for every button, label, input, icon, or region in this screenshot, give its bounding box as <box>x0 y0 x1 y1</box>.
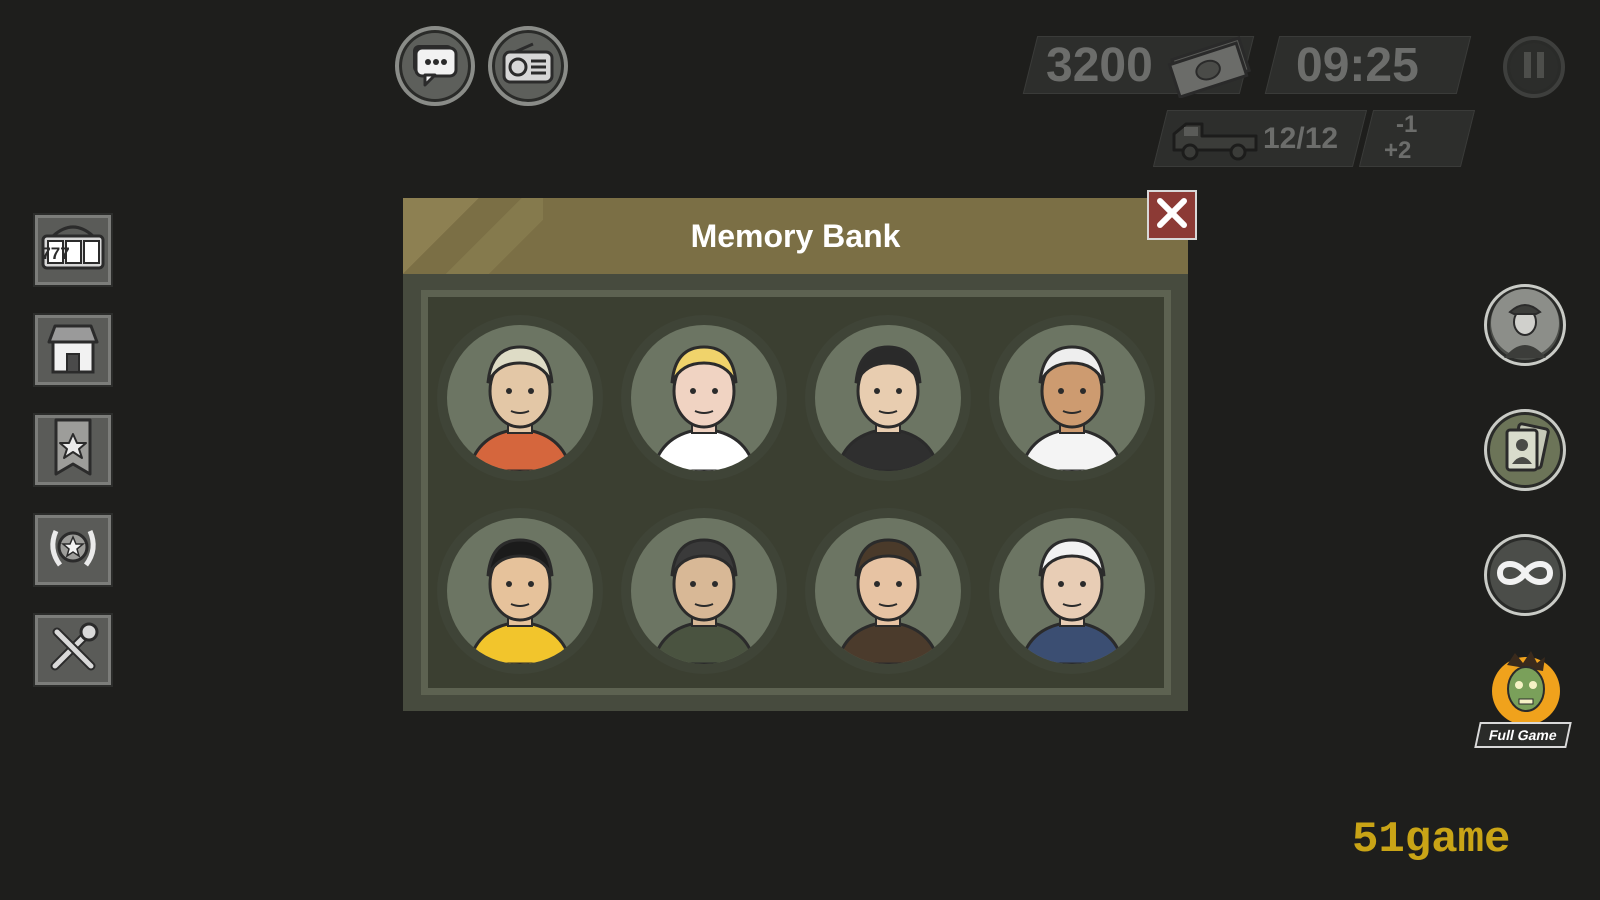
pause-icon <box>1521 50 1547 85</box>
cigar-statesman-portrait-icon <box>815 518 961 664</box>
pilot-helmet-portrait-icon <box>447 325 593 471</box>
money-value: 3200 <box>1046 39 1153 92</box>
delta-plus: +2 <box>1384 137 1412 164</box>
memory-portrait[interactable] <box>437 315 603 481</box>
memory-portrait[interactable] <box>805 508 971 674</box>
chat-button[interactable] <box>395 26 475 106</box>
settings-button[interactable] <box>33 613 113 687</box>
laurel-star-icon <box>44 519 102 582</box>
achievements-button[interactable] <box>33 513 113 587</box>
ranks-button[interactable] <box>33 413 113 487</box>
memory-portrait[interactable] <box>621 508 787 674</box>
memory-portrait[interactable] <box>437 508 603 674</box>
character-cards-icon <box>1495 418 1555 483</box>
close-icon <box>1154 195 1190 236</box>
cash-stack-icon <box>1166 34 1256 103</box>
bearded-president-portrait-icon <box>815 325 961 471</box>
full-game-label: Full Game <box>1474 722 1572 748</box>
svg-text:777: 777 <box>41 244 69 263</box>
chat-bubbles-icon <box>409 41 461 92</box>
delta-minus: -1 <box>1396 111 1418 138</box>
infinity-icon <box>1494 555 1556 596</box>
endless-mode-button[interactable] <box>1484 534 1566 616</box>
memory-portrait[interactable] <box>989 315 1155 481</box>
bald-glasses-portrait-icon <box>999 325 1145 471</box>
store-icon <box>45 320 101 381</box>
memory-portrait[interactable] <box>805 315 971 481</box>
truck-icon <box>1170 112 1260 169</box>
time-value: 09:25 <box>1296 39 1419 92</box>
slot-777-icon: 777 <box>39 222 107 279</box>
shop-button[interactable] <box>33 313 113 387</box>
truck-capacity: 12/12 <box>1263 122 1339 155</box>
ribbon-star-icon <box>48 418 98 483</box>
martial-artist-portrait-icon <box>447 518 593 664</box>
tools-icon <box>45 620 101 681</box>
slot-machine-button[interactable]: 777 <box>33 213 113 287</box>
radio-button[interactable] <box>488 26 568 106</box>
beret-revolutionary-portrait-icon <box>631 518 777 664</box>
cards-button[interactable] <box>1484 409 1566 491</box>
dialog-title: Memory Bank <box>690 218 901 254</box>
blonde-actress-portrait-icon <box>631 325 777 471</box>
dialog-header: Memory Bank <box>403 198 1188 274</box>
watermark-text: 51game <box>1352 815 1511 865</box>
pause-button[interactable] <box>1503 36 1565 98</box>
zombie-icon <box>1485 645 1567 732</box>
officer-button[interactable] <box>1484 284 1566 366</box>
memory-portrait[interactable] <box>621 315 787 481</box>
white-haired-scientist-portrait-icon <box>999 518 1145 664</box>
full-game-button[interactable]: Full Game <box>1474 645 1572 748</box>
memory-portrait[interactable] <box>989 508 1155 674</box>
officer-portrait-icon <box>1490 288 1560 363</box>
close-button[interactable] <box>1147 190 1197 240</box>
radio-icon <box>501 42 555 91</box>
